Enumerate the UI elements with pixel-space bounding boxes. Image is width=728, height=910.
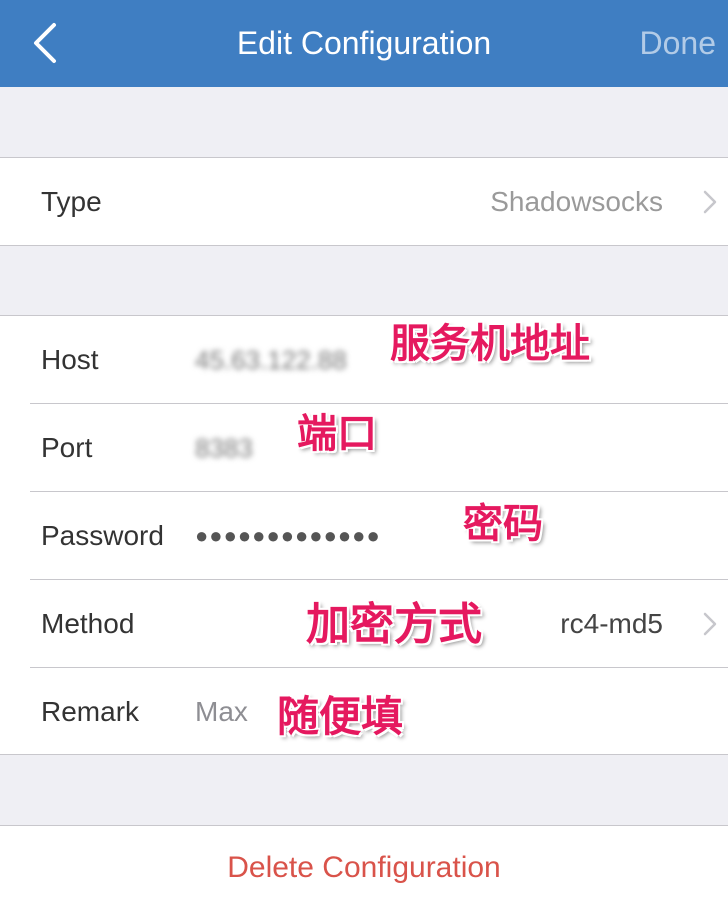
type-group: Type Shadowsocks [0, 157, 728, 246]
password-label: Password [41, 520, 164, 551]
chevron-right-icon [703, 190, 717, 214]
page-title: Edit Configuration [236, 25, 492, 61]
host-row[interactable]: Host 45.63.122.88 [0, 316, 728, 404]
port-annotation: 端口 [297, 411, 377, 457]
host-field[interactable]: 45.63.122.88 [195, 316, 347, 404]
type-label: Type [41, 186, 102, 217]
method-annotation: 加密方式 [306, 599, 482, 650]
password-row[interactable]: Password ●●●●●●●●●●●●● [0, 492, 728, 580]
port-label: Port [41, 432, 93, 463]
remark-label: Remark [41, 696, 140, 727]
port-field[interactable]: 8383 [195, 404, 253, 492]
server-settings-group: Host 45.63.122.88 Port 8383 Password ●●●… [0, 315, 728, 755]
type-row[interactable]: Type Shadowsocks [0, 158, 728, 246]
navigation-bar: Edit Configuration Done [0, 0, 728, 87]
delete-configuration-button[interactable]: Delete Configuration [0, 825, 728, 910]
chevron-right-icon [703, 612, 717, 636]
remark-annotation: 随便填 [277, 692, 404, 741]
done-button[interactable]: Done [640, 22, 717, 64]
type-value: Shadowsocks [490, 186, 663, 217]
host-label: Host [41, 344, 99, 375]
password-annotation: 密码 [463, 501, 543, 547]
method-value: rc4-md5 [560, 608, 663, 639]
remark-field[interactable]: Max [195, 668, 248, 756]
method-label: Method [41, 608, 135, 639]
password-field[interactable]: ●●●●●●●●●●●●● [195, 492, 381, 580]
host-annotation: 服务机地址 [390, 321, 590, 367]
